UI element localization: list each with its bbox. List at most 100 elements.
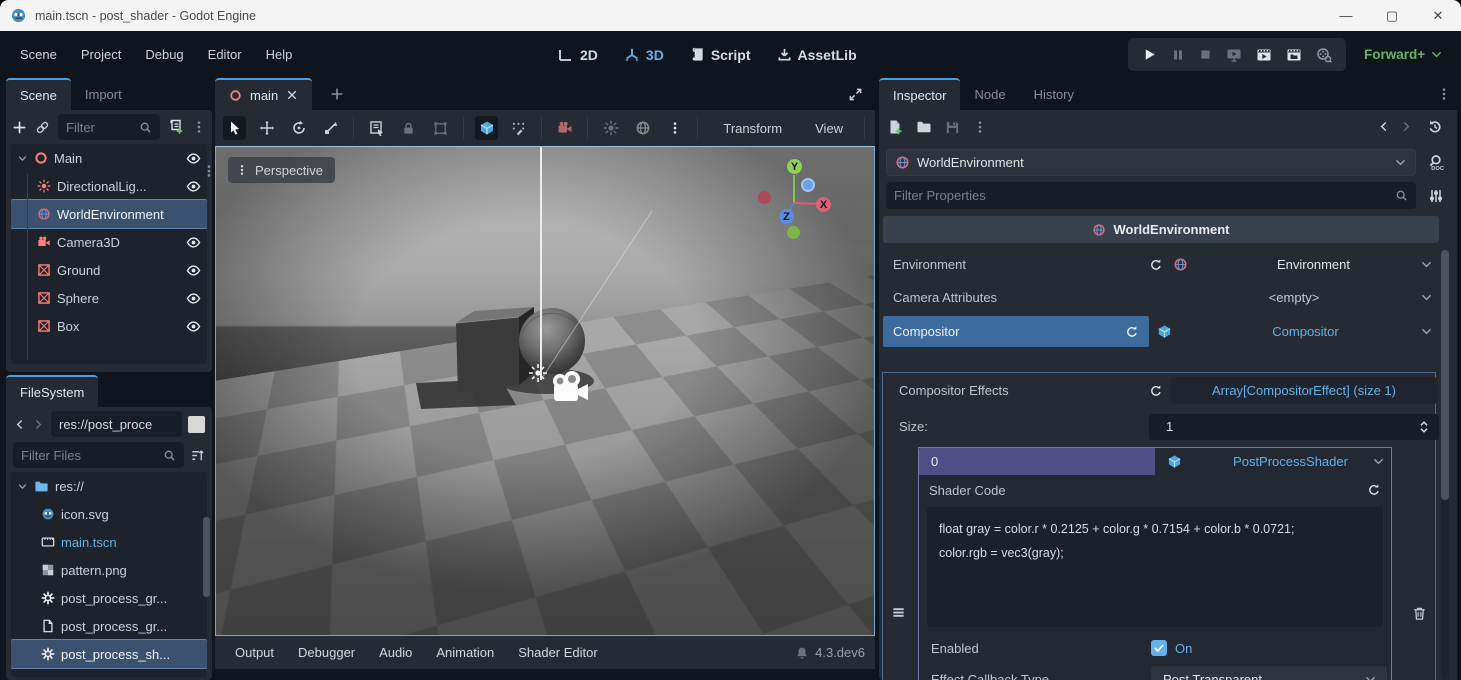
list-select-button[interactable] — [365, 116, 388, 140]
scene-filter-field[interactable] — [66, 120, 134, 135]
visibility-eye-icon[interactable] — [186, 291, 201, 306]
menu-project[interactable]: Project — [71, 41, 131, 68]
attach-script-button[interactable] — [168, 119, 184, 135]
group-button[interactable] — [429, 116, 452, 140]
axis-z-ball[interactable]: Z — [779, 209, 794, 224]
collapse-icon[interactable] — [17, 481, 28, 492]
output-button[interactable]: Output — [225, 641, 284, 664]
tree-row-main[interactable]: Main — [11, 144, 207, 172]
preview-environment-button[interactable] — [631, 116, 654, 140]
inspector-scrollbar[interactable] — [1441, 250, 1449, 680]
workspace-assetlib-button[interactable]: AssetLib — [777, 47, 857, 63]
remote-play-button[interactable] — [1226, 47, 1242, 63]
load-resource-button[interactable] — [916, 119, 932, 135]
scale-mode-button[interactable] — [319, 116, 342, 140]
snap-toggle[interactable] — [507, 116, 530, 140]
tab-inspector[interactable]: Inspector — [879, 78, 960, 110]
revert-icon[interactable] — [1149, 258, 1163, 272]
element-index-cell[interactable]: 0 — [919, 448, 1155, 475]
select-mode-button[interactable] — [223, 116, 246, 140]
close-button[interactable]: ✕ — [1415, 0, 1461, 31]
instance-scene-button[interactable] — [35, 120, 50, 135]
element-drag-handle[interactable] — [891, 605, 906, 620]
visibility-eye-icon[interactable] — [186, 151, 201, 166]
new-scene-tab-button[interactable] — [330, 87, 344, 101]
revert-icon[interactable] — [1125, 325, 1139, 339]
view-menu[interactable]: View — [805, 115, 853, 142]
movie-maker-button[interactable] — [1316, 47, 1332, 63]
tree-row-camera3d[interactable]: Camera3D — [11, 228, 207, 256]
tab-filesystem[interactable]: FileSystem — [6, 375, 98, 407]
debugger-button[interactable]: Debugger — [288, 641, 365, 664]
history-back-icon[interactable] — [1377, 120, 1390, 133]
axis-y-ball[interactable]: Y — [787, 159, 802, 174]
property-tools-icon[interactable] — [1428, 188, 1444, 204]
array-editor-toggle[interactable]: Array[CompositorEffect] (size 1) — [1171, 377, 1437, 404]
shader-editor-button[interactable]: Shader Editor — [508, 641, 608, 664]
tab-scene[interactable]: Scene — [6, 78, 71, 110]
move-mode-button[interactable] — [255, 116, 278, 140]
maximize-button[interactable]: ▢ — [1369, 0, 1415, 31]
fs-row-icon-svg[interactable]: icon.svg — [11, 500, 207, 528]
path-bar[interactable] — [51, 411, 182, 437]
tree-row-sphere[interactable]: Sphere — [11, 284, 207, 312]
play-custom-scene-button[interactable] — [1286, 47, 1302, 63]
property-effect-callback-type[interactable]: Effect Callback Type Post Transparent — [919, 664, 1391, 680]
stop-button[interactable] — [1199, 48, 1212, 61]
preview-options-menu[interactable] — [663, 116, 686, 140]
tab-import[interactable]: Import — [71, 78, 136, 110]
axis-gizmo[interactable]: Y X Z — [746, 153, 846, 245]
inspector-dock-menu-icon[interactable] — [1437, 87, 1451, 101]
play-button[interactable] — [1142, 47, 1157, 62]
perspective-menu[interactable]: Perspective — [228, 157, 335, 183]
axis-neg-x-ball[interactable] — [758, 191, 771, 204]
local-space-toggle[interactable] — [475, 116, 498, 140]
property-compositor[interactable]: Compositor Compositor — [883, 316, 1439, 347]
collapse-icon[interactable] — [17, 153, 28, 164]
visibility-eye-icon[interactable] — [186, 179, 201, 194]
play-scene-button[interactable] — [1256, 47, 1272, 63]
property-enabled[interactable]: Enabled On — [919, 633, 1391, 663]
enabled-checkbox[interactable] — [1151, 640, 1167, 656]
property-environment[interactable]: Environment Environment — [883, 249, 1439, 280]
property-camera-attributes[interactable]: Camera Attributes <empty> — [883, 282, 1439, 313]
fs-row-post-process-2[interactable]: post_process_gr... — [11, 612, 207, 640]
version-label[interactable]: 4.3.dev6 — [815, 645, 865, 660]
revert-icon[interactable] — [1367, 483, 1381, 497]
tree-row-directionallight[interactable]: DirectionalLig... — [11, 172, 207, 200]
preview-sun-button[interactable] — [599, 116, 622, 140]
scene-tab-main[interactable]: main — [215, 78, 312, 110]
lock-button[interactable] — [397, 116, 420, 140]
revert-icon[interactable] — [1149, 384, 1163, 398]
sort-files-icon[interactable] — [190, 448, 205, 463]
menu-scene[interactable]: Scene — [10, 41, 67, 68]
toggle-split-mode-button[interactable] — [188, 416, 205, 433]
close-tab-icon[interactable] — [286, 89, 298, 101]
property-filter-field[interactable] — [894, 188, 1395, 203]
animation-button[interactable]: Animation — [426, 641, 504, 664]
chevron-down-icon[interactable] — [1420, 258, 1433, 271]
element-resource-picker[interactable]: PostProcessShader — [1155, 448, 1391, 475]
chevron-down-icon[interactable] — [1420, 325, 1433, 338]
shader-code-editor[interactable]: float gray = color.r * 0.2125 + color.g … — [927, 507, 1383, 627]
scene-filter-input[interactable] — [58, 114, 160, 140]
expand-viewport-button[interactable] — [848, 87, 863, 102]
viewport-3d[interactable]: Perspective Y X Z — [215, 146, 875, 636]
resource-menu-icon[interactable] — [973, 120, 987, 134]
minimize-button[interactable]: — — [1323, 0, 1369, 31]
fs-row-post-process-1[interactable]: post_process_gr... — [11, 584, 207, 612]
tab-node[interactable]: Node — [960, 78, 1019, 110]
workspace-script-button[interactable]: Script — [690, 47, 751, 63]
workspace-2d-button[interactable]: 2D — [558, 47, 598, 63]
property-compositor-effects[interactable]: Compositor Effects Array[CompositorEffec… — [883, 375, 1439, 406]
scene-tree-menu-icon[interactable] — [192, 120, 206, 134]
chevron-down-icon[interactable] — [1372, 455, 1385, 468]
open-docs-icon[interactable] — [1427, 154, 1444, 171]
visibility-eye-icon[interactable] — [186, 263, 201, 278]
filesystem-scrollbar[interactable] — [203, 517, 210, 597]
visibility-eye-icon[interactable] — [186, 319, 201, 334]
history-forward-icon[interactable] — [1400, 120, 1413, 133]
menu-editor[interactable]: Editor — [198, 41, 252, 68]
new-resource-button[interactable] — [887, 119, 903, 135]
delete-element-button[interactable] — [1412, 606, 1427, 621]
